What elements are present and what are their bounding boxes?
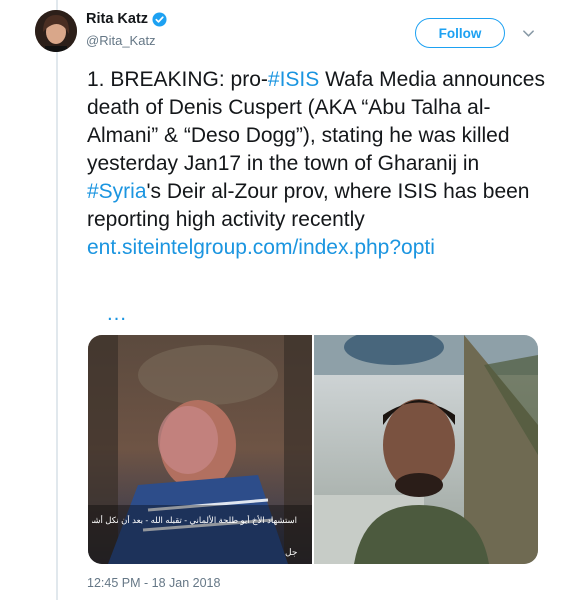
thread-line — [56, 0, 58, 600]
media-overlay-text: جل — [285, 547, 298, 557]
media-photo-left[interactable]: استشهاد الأخ أبو طلحة الألماني - تقبله ا… — [88, 335, 312, 564]
display-name[interactable]: Rita Katz — [86, 11, 148, 27]
author-name-row[interactable]: Rita Katz — [86, 11, 167, 27]
media-grid: استشهاد الأخ أبو طلحة الألماني - تقبله ا… — [88, 335, 538, 564]
link-ellipsis[interactable]: … — [106, 302, 129, 326]
media-caption-arabic: استشهاد الأخ أبو طلحة الألماني - تقبله ا… — [92, 515, 297, 525]
tweet-text: 1. BREAKING: pro-#ISIS Wafa Media announ… — [87, 66, 547, 262]
user-handle[interactable]: @Rita_Katz — [86, 33, 156, 48]
tweet-link[interactable]: ent.siteintelgroup.com/index.php?opti — [87, 236, 435, 259]
avatar[interactable] — [35, 10, 77, 52]
tweet-text-segment: 's Deir al-Zour prov, where ISIS has bee… — [87, 180, 530, 231]
timestamp[interactable]: 12:45 PM - 18 Jan 2018 — [87, 576, 220, 590]
media-photo-right[interactable] — [314, 335, 538, 564]
follow-button[interactable]: Follow — [415, 18, 505, 48]
hashtag-isis[interactable]: #ISIS — [268, 68, 319, 91]
tweet-text-segment: 1. BREAKING: pro- — [87, 68, 268, 91]
chevron-down-icon[interactable] — [522, 27, 535, 40]
hashtag-syria[interactable]: #Syria — [87, 180, 147, 203]
verified-icon — [152, 11, 167, 27]
